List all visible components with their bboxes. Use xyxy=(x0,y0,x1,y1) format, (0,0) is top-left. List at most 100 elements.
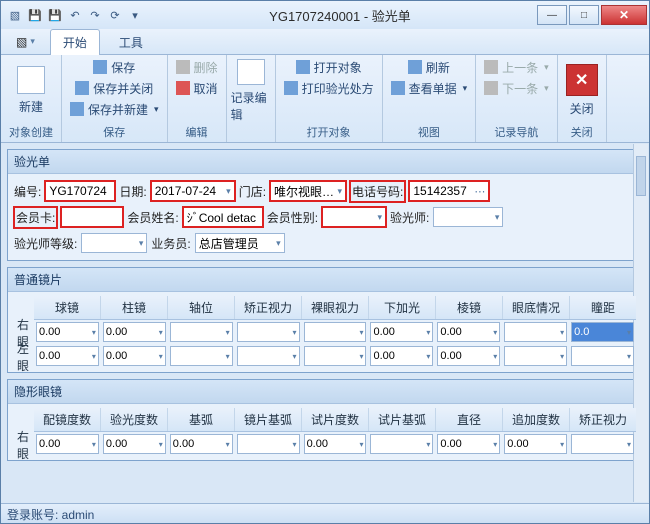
grid-cell[interactable]: 0.00 xyxy=(370,346,433,366)
file-menu[interactable]: ▧ xyxy=(7,31,44,53)
grid-cell[interactable]: 0.00 xyxy=(437,434,500,454)
col-header: 眼底情况 xyxy=(503,296,570,319)
col-header: 验光度数 xyxy=(101,408,168,431)
refresh-icon[interactable]: ⟳ xyxy=(107,7,123,23)
grid-cell[interactable] xyxy=(237,322,300,342)
save-icon[interactable]: 💾 xyxy=(27,7,43,23)
grid-cell[interactable]: 0.00 xyxy=(170,434,233,454)
col-header: 追加度数 xyxy=(503,408,570,431)
col-header: 试片基弧 xyxy=(369,408,436,431)
col-header: 棱镜 xyxy=(436,296,503,319)
group-open: 打开对象 xyxy=(303,124,355,140)
col-header: 下加光 xyxy=(369,296,436,319)
grid-cell[interactable]: 0.00 xyxy=(36,346,99,366)
grid-cell[interactable]: 0.00 xyxy=(504,434,567,454)
grid-cell[interactable] xyxy=(571,346,634,366)
store-field[interactable]: 唯尔视眼… xyxy=(270,181,346,201)
level-label: 验光师等级: xyxy=(14,235,77,252)
optom-field[interactable] xyxy=(433,207,503,227)
view-bill-button[interactable]: 查看单据▾ xyxy=(387,78,472,98)
save-icon xyxy=(93,60,107,74)
grid-cell[interactable]: 0.00 xyxy=(304,434,367,454)
close-form-button[interactable]: ✕关闭 xyxy=(562,59,602,123)
col-header: 裸眼视力 xyxy=(302,296,369,319)
lens-l-label: 左眼 xyxy=(12,340,34,374)
refresh-button[interactable]: 刷新 xyxy=(404,57,454,77)
grid-cell[interactable]: 0.00 xyxy=(370,322,433,342)
refresh-ribbon-icon xyxy=(408,60,422,74)
col-header: 配镜度数 xyxy=(34,408,101,431)
col-header: 直径 xyxy=(436,408,503,431)
grid-cell[interactable] xyxy=(170,322,233,342)
grid-cell[interactable]: 0.00 xyxy=(103,322,166,342)
card-field[interactable] xyxy=(61,207,123,227)
new-icon xyxy=(17,66,45,94)
redo-icon[interactable]: ↷ xyxy=(87,7,103,23)
savenew-icon xyxy=(70,102,84,116)
panel-lens: 普通镜片 球镜柱镜轴位矫正视力裸眼视力下加光棱镜眼底情况瞳距 右眼 0.000.… xyxy=(7,267,643,373)
panel-optometry: 验光单 编号: YG170724 日期: 2017-07-24 门店: 唯尔视眼… xyxy=(7,149,643,261)
content: 验光单 编号: YG170724 日期: 2017-07-24 门店: 唯尔视眼… xyxy=(1,143,649,503)
open-obj-button[interactable]: 打开对象 xyxy=(292,57,366,77)
phone-field[interactable]: 15142357 xyxy=(409,181,489,201)
app-icon: ▧ xyxy=(7,7,23,23)
grid-cell[interactable] xyxy=(571,434,634,454)
next-icon xyxy=(484,81,498,95)
group-close: 关闭 xyxy=(567,124,597,140)
delete-button[interactable]: 删除 xyxy=(172,57,222,77)
grid-cell[interactable] xyxy=(304,322,367,342)
minimize-button[interactable]: — xyxy=(537,5,567,25)
grid-cell[interactable]: 0.0 xyxy=(571,322,634,342)
optom-label: 验光师: xyxy=(390,209,429,226)
grid-cell[interactable]: 0.00 xyxy=(36,322,99,342)
print-rx-button[interactable]: 打印验光处方 xyxy=(280,78,378,98)
cancel-button[interactable]: 取消 xyxy=(172,78,222,98)
recedit-button[interactable]: 记录编辑 xyxy=(231,59,271,123)
grid-cell[interactable]: 0.00 xyxy=(437,346,500,366)
grid-cell[interactable] xyxy=(370,434,433,454)
cancel-icon xyxy=(176,81,190,95)
open-icon xyxy=(296,60,310,74)
panel-optometry-title: 验光单 xyxy=(8,150,642,174)
grid-cell[interactable]: 0.00 xyxy=(103,346,166,366)
grid-cell[interactable] xyxy=(237,434,300,454)
sales-field[interactable]: 总店管理员 xyxy=(195,233,285,253)
maximize-button[interactable]: □ xyxy=(569,5,599,25)
saveclose-icon[interactable]: 💾 xyxy=(47,7,63,23)
grid-cell[interactable] xyxy=(504,322,567,342)
save-close-button[interactable]: 保存并关闭 xyxy=(71,78,157,98)
grid-cell[interactable] xyxy=(170,346,233,366)
grid-cell[interactable] xyxy=(504,346,567,366)
next-button[interactable]: 下一条▾ xyxy=(480,78,553,98)
titlebar: ▧ 💾 💾 ↶ ↷ ⟳ ▾ YG1707240001 - 验光单 — □ ✕ xyxy=(1,1,649,29)
new-button[interactable]: 新建 xyxy=(11,59,51,123)
close-form-icon: ✕ xyxy=(566,64,598,96)
scroll-thumb[interactable] xyxy=(636,156,646,196)
save-new-button[interactable]: 保存并新建▾ xyxy=(66,99,163,119)
col-header: 轴位 xyxy=(168,296,235,319)
col-header: 矫正视力 xyxy=(570,408,636,431)
sex-label: 会员性别: xyxy=(267,209,318,226)
grid-cell[interactable] xyxy=(237,346,300,366)
mname-field[interactable]: ｼﾞCool detac xyxy=(183,207,263,227)
save-button[interactable]: 保存 xyxy=(89,57,139,77)
date-label: 日期: xyxy=(119,183,146,200)
group-create: 对象创建 xyxy=(5,124,57,140)
tab-tools[interactable]: 工具 xyxy=(106,29,156,55)
no-field[interactable]: YG170724 xyxy=(45,181,115,201)
dropdown-icon[interactable]: ▾ xyxy=(127,7,143,23)
sex-field[interactable] xyxy=(322,207,386,227)
prev-icon xyxy=(484,60,498,74)
col-header: 试片度数 xyxy=(302,408,369,431)
grid-cell[interactable]: 0.00 xyxy=(437,322,500,342)
undo-icon[interactable]: ↶ xyxy=(67,7,83,23)
close-button[interactable]: ✕ xyxy=(601,5,647,25)
col-header: 球镜 xyxy=(34,296,101,319)
grid-cell[interactable] xyxy=(304,346,367,366)
grid-cell[interactable]: 0.00 xyxy=(36,434,99,454)
level-field[interactable] xyxy=(81,233,147,253)
prev-button[interactable]: 上一条▾ xyxy=(480,57,553,77)
grid-cell[interactable]: 0.00 xyxy=(103,434,166,454)
tab-start[interactable]: 开始 xyxy=(50,29,100,55)
date-field[interactable]: 2017-07-24 xyxy=(151,181,235,201)
